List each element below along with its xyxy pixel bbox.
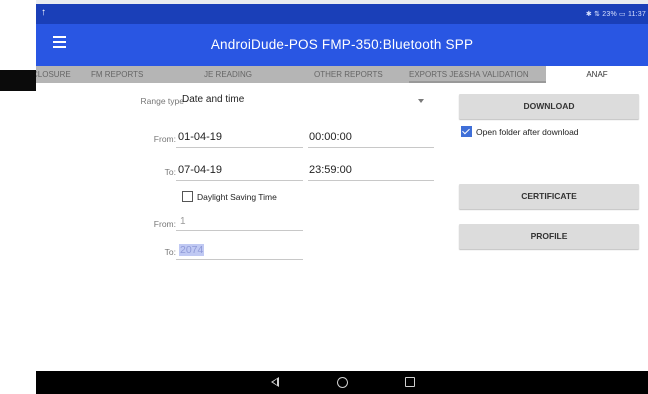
from-number-underline (176, 230, 303, 231)
from-number-field[interactable]: 1 (180, 216, 186, 227)
status-indicators: ✱ ⇅ 23% ▭ 11:37 (585, 11, 646, 18)
window-left-margin (0, 0, 36, 394)
daylight-saving-label: Daylight Saving Time (197, 192, 277, 202)
open-folder-checkbox[interactable] (461, 126, 472, 137)
side-black-tab (0, 70, 36, 91)
to-time-underline (308, 180, 434, 181)
tab-anaf[interactable]: ANAF (546, 66, 648, 83)
from-label: From: (153, 134, 176, 144)
from-date-field[interactable]: 01-04-19 (178, 131, 222, 143)
upload-arrow-icon: ↑ (41, 7, 46, 18)
app-title: AndroiDude-POS FMP-350:Bluetooth SPP (210, 37, 474, 52)
tab-fm-reports[interactable]: FM REPORTS (91, 66, 143, 83)
to-number-field[interactable]: 2074 (179, 244, 205, 256)
to-label: To: (164, 167, 176, 177)
to-date-underline (176, 180, 303, 181)
to-date-field[interactable]: 07-04-19 (178, 164, 222, 176)
recents-square-icon[interactable] (405, 377, 415, 387)
from-time-field[interactable]: 00:00:00 (309, 131, 352, 143)
status-bar: ↑ ✱ ⇅ 23% ▭ 11:37 (36, 4, 648, 24)
range-type-label: Range type (140, 96, 184, 106)
tab-strip: CLOSURE FM REPORTS JE READING OTHER REPO… (36, 66, 648, 83)
to-time-field[interactable]: 23:59:00 (309, 164, 352, 176)
open-folder-label: Open folder after download (476, 127, 579, 137)
from-date-underline (176, 147, 303, 148)
home-circle-icon[interactable] (337, 377, 348, 388)
tab-closure[interactable]: CLOSURE (36, 66, 71, 83)
profile-button[interactable]: PROFILE (459, 224, 639, 249)
from-number-label: From: (153, 219, 176, 229)
android-screen: ↑ ✱ ⇅ 23% ▭ 11:37 AndroiDude-POS FMP-350… (36, 4, 648, 394)
tab-je-reading[interactable]: JE READING (204, 66, 252, 83)
to-number-selected-text: 2074 (179, 244, 205, 256)
to-number-underline (176, 259, 303, 260)
app-bar: AndroiDude-POS FMP-350:Bluetooth SPP (36, 24, 648, 66)
from-time-underline (308, 147, 434, 148)
daylight-saving-checkbox[interactable] (182, 191, 193, 202)
range-type-value[interactable]: Date and time (182, 94, 244, 105)
download-button[interactable]: DOWNLOAD (459, 94, 639, 119)
tab-scroll-indicator (409, 81, 546, 83)
back-triangle-icon[interactable] (271, 377, 279, 387)
dropdown-arrow-icon[interactable] (418, 99, 424, 103)
certificate-button[interactable]: CERTIFICATE (459, 184, 639, 209)
navigation-bar (36, 371, 648, 394)
to-number-label: To: (164, 247, 176, 257)
tab-other-reports[interactable]: OTHER REPORTS (314, 66, 383, 83)
